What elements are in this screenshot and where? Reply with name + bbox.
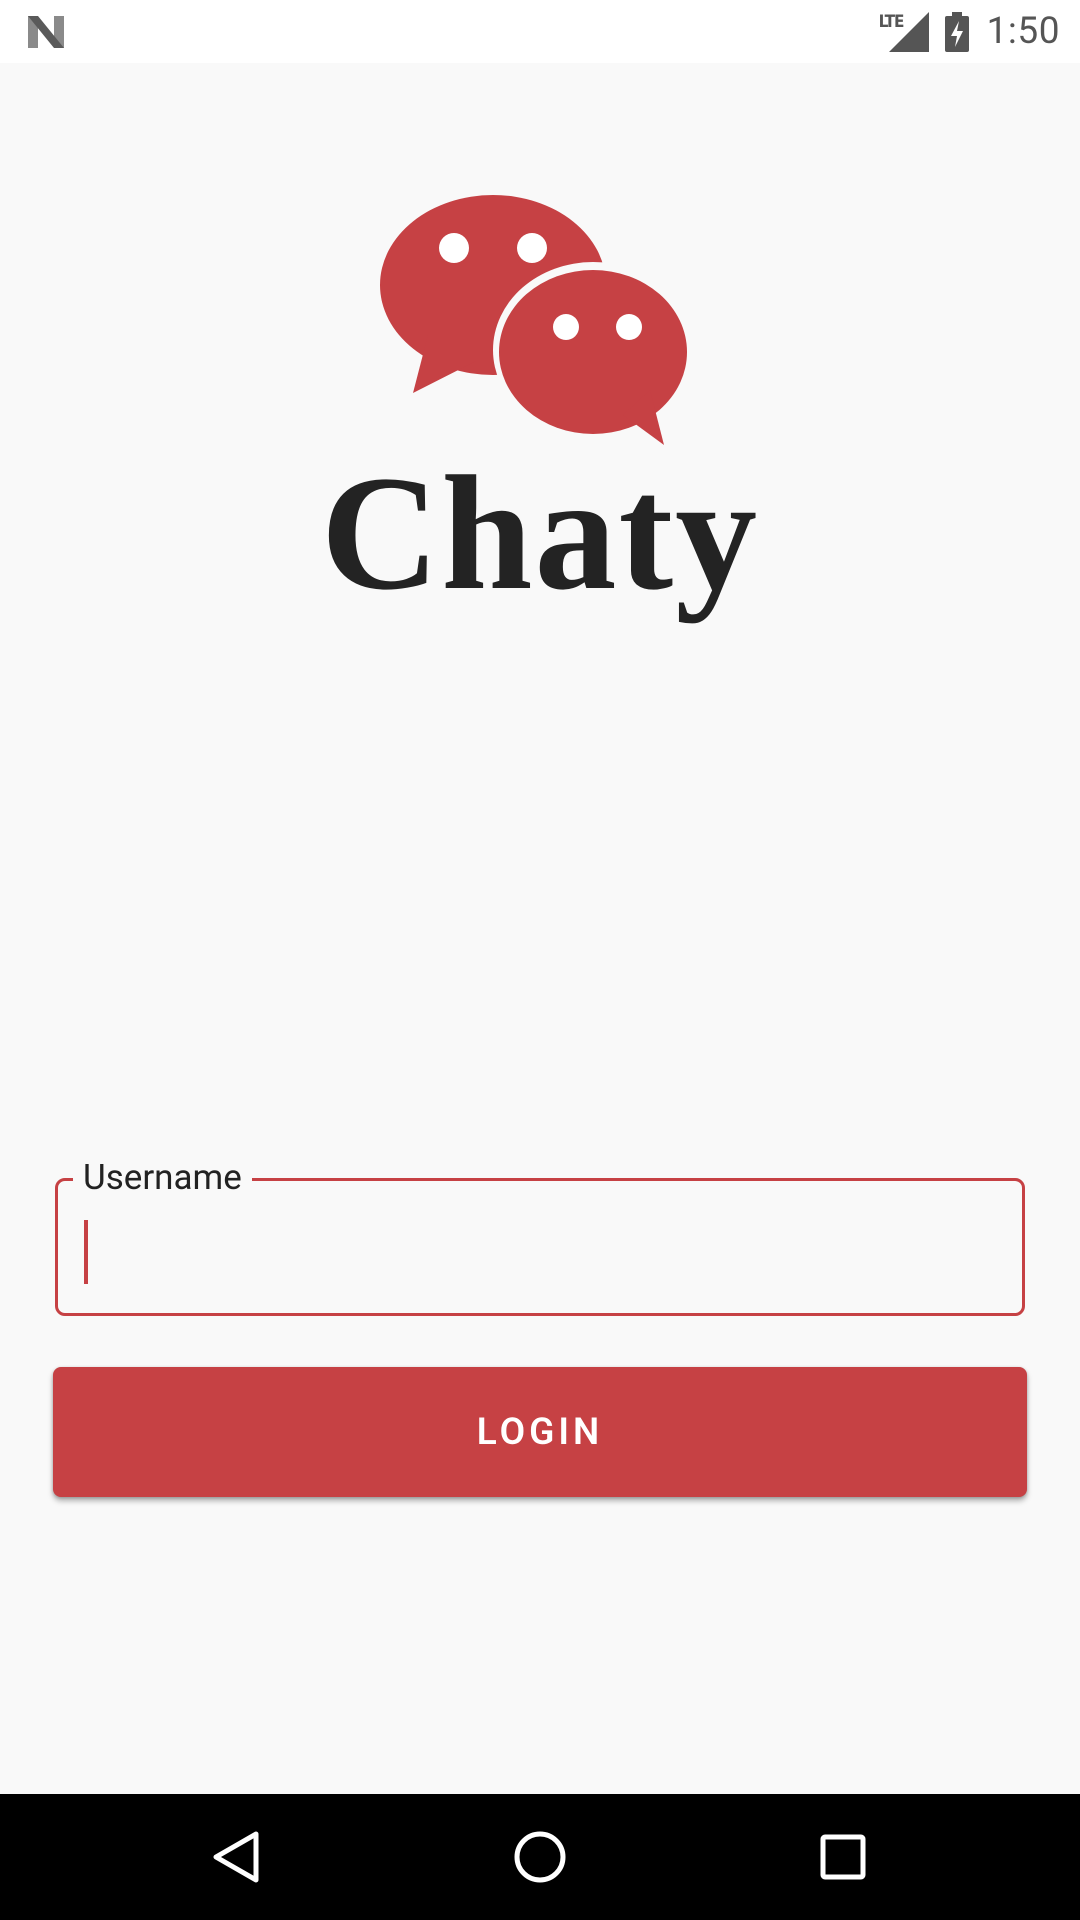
login-screen: LTE 1:50 Chaty Username LOGIN <box>0 0 1080 1920</box>
status-bar: LTE 1:50 <box>0 0 1080 63</box>
username-input[interactable] <box>83 1208 983 1288</box>
username-field[interactable]: Username <box>55 1156 1025 1316</box>
text-cursor <box>84 1220 88 1284</box>
battery-charging-icon <box>944 11 969 52</box>
navigation-bar <box>0 1794 1080 1920</box>
recents-icon[interactable] <box>808 1822 878 1892</box>
chat-bubbles-icon <box>380 195 693 445</box>
status-icons: LTE 1:50 <box>879 0 1060 63</box>
username-label: Username <box>73 1156 252 1200</box>
network-indicator: LTE <box>879 11 929 52</box>
login-button[interactable]: LOGIN <box>53 1367 1027 1497</box>
app-wordmark: Chaty <box>320 443 760 624</box>
home-icon[interactable] <box>505 1822 575 1892</box>
back-icon[interactable] <box>202 1822 272 1892</box>
status-clock: 1:50 <box>986 10 1060 53</box>
signal-icon <box>888 11 929 52</box>
android-n-icon <box>28 16 64 48</box>
